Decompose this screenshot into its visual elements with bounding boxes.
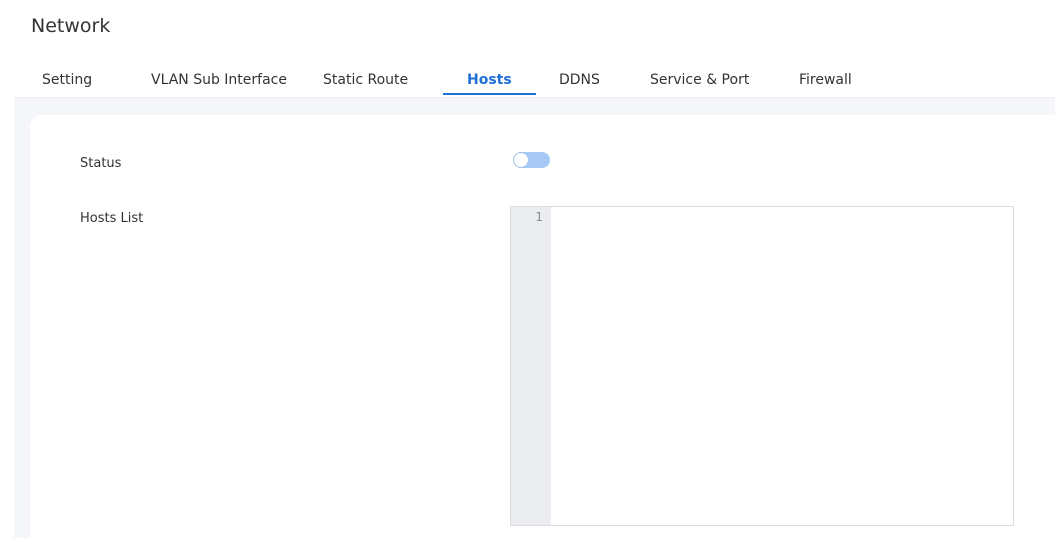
status-label: Status bbox=[80, 156, 122, 171]
tab-hosts[interactable]: Hosts bbox=[467, 70, 512, 90]
tab-setting[interactable]: Setting bbox=[42, 70, 92, 90]
tab-service-and-port[interactable]: Service & Port bbox=[650, 70, 749, 90]
tab-ddns[interactable]: DDNS bbox=[559, 70, 600, 90]
tab-bar: Setting VLAN Sub Interface Static Route … bbox=[14, 64, 1055, 98]
active-tab-indicator bbox=[443, 93, 536, 95]
page: Network Setting VLAN Sub Interface Stati… bbox=[0, 0, 1055, 538]
line-number-gutter: 1 bbox=[511, 207, 551, 525]
page-title: Network bbox=[31, 15, 111, 37]
toggle-switch-icon bbox=[514, 153, 528, 167]
tab-static-route[interactable]: Static Route bbox=[323, 70, 408, 90]
tab-firewall[interactable]: Firewall bbox=[799, 70, 852, 90]
status-toggle[interactable] bbox=[513, 152, 550, 168]
tab-vlan-sub-interface[interactable]: VLAN Sub Interface bbox=[151, 70, 287, 90]
line-number: 1 bbox=[535, 210, 543, 224]
hosts-list-editor[interactable]: 1 bbox=[510, 206, 1014, 526]
hosts-list-label: Hosts List bbox=[80, 211, 144, 226]
